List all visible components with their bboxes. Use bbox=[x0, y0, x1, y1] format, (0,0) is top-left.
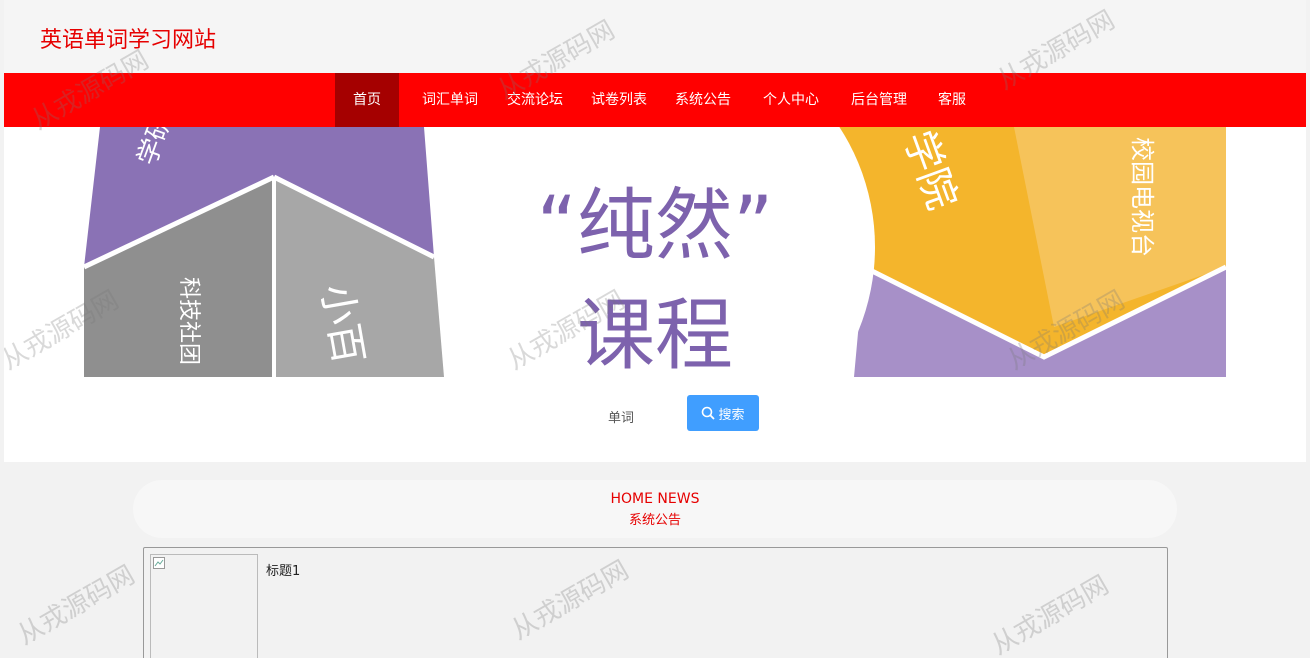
nav-item-personal-center[interactable]: 个人中心 bbox=[756, 73, 826, 127]
banner-center-line2: 课程 bbox=[577, 291, 733, 377]
nav-item-customer-service[interactable]: 客服 bbox=[932, 73, 972, 127]
news-thumbnail[interactable] bbox=[150, 554, 258, 658]
search-input[interactable]: 单词 bbox=[608, 407, 634, 426]
page-frame: 英语单词学习网站 首页 词汇单词 交流论坛 试卷列表 系统公告 个人中心 后台管… bbox=[4, 0, 1306, 658]
nav-item-forum[interactable]: 交流论坛 bbox=[500, 73, 570, 127]
site-title[interactable]: 英语单词学习网站 bbox=[40, 22, 216, 54]
main-nav: 首页 词汇单词 交流论坛 试卷列表 系统公告 个人中心 后台管理 客服 bbox=[4, 73, 1306, 127]
news-heading-en: HOME NEWS bbox=[610, 491, 700, 507]
news-item-title[interactable]: 标题1 bbox=[266, 560, 300, 579]
banner-wheel-graphic: “纯然” 课程 学研 科技社团 小百 学院 校园电视台 bbox=[4, 127, 1306, 377]
nav-item-vocabulary[interactable]: 词汇单词 bbox=[416, 73, 484, 127]
search-button[interactable]: 搜索 bbox=[687, 395, 759, 431]
nav-item-exam-list[interactable]: 试卷列表 bbox=[584, 73, 654, 127]
broken-image-icon bbox=[153, 557, 165, 569]
news-item-card[interactable]: 标题1 bbox=[143, 547, 1168, 658]
search-area: 单词 搜索 bbox=[4, 377, 1306, 462]
banner-segment-right: 校园电视台 bbox=[1128, 137, 1156, 257]
hero-banner[interactable]: “纯然” 课程 学研 科技社团 小百 学院 校园电视台 bbox=[4, 127, 1306, 377]
site-header: 英语单词学习网站 bbox=[4, 0, 1306, 73]
news-section-header: HOME NEWS 系统公告 bbox=[133, 480, 1177, 538]
banner-segment-left: 科技社团 bbox=[176, 277, 201, 365]
search-icon bbox=[702, 406, 716, 420]
search-button-label: 搜索 bbox=[718, 407, 745, 423]
nav-item-home[interactable]: 首页 bbox=[335, 73, 399, 127]
nav-item-announcements[interactable]: 系统公告 bbox=[668, 73, 738, 127]
watermark: 从戎源码网 bbox=[12, 560, 141, 652]
banner-center-quote: “纯然” bbox=[537, 181, 774, 271]
news-heading-cn: 系统公告 bbox=[628, 513, 681, 528]
nav-item-admin[interactable]: 后台管理 bbox=[844, 73, 914, 127]
